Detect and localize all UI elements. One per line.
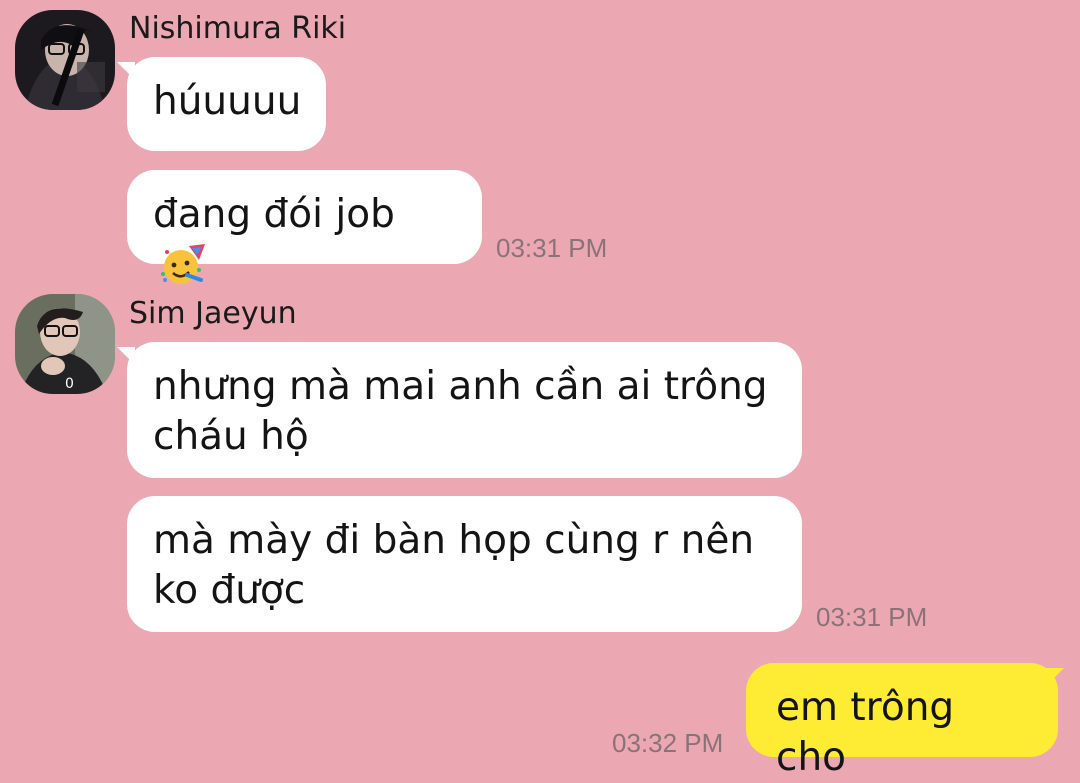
timestamp: 03:31 PM — [816, 602, 928, 632]
partying-face-icon — [159, 240, 207, 301]
chat-thread: Nishimura Riki húuuuu đang đói job 03:31… — [0, 0, 1080, 780]
message-text: em trông cho — [776, 685, 955, 780]
message-bubble-outgoing[interactable]: em trông cho — [746, 663, 1058, 780]
avatar-photo — [15, 10, 115, 110]
avatar-sim-jaeyun[interactable]: 0 — [15, 294, 115, 394]
sender-name: Nishimura Riki — [129, 11, 347, 46]
message-text: đang đói job — [153, 192, 395, 237]
timestamp: 03:32 PM — [612, 728, 724, 758]
bubble-tail — [1046, 668, 1064, 686]
timestamp: 03:31 PM — [496, 233, 608, 263]
message-text: nhưng mà mai anh cần ai trông cháu hộ — [153, 364, 768, 459]
sender-name: Sim Jaeyun — [129, 296, 297, 331]
message-text: mà mày đi bàn họp cùng r nên ko được — [153, 518, 755, 613]
svg-text:0: 0 — [65, 376, 74, 392]
bubble-tail — [117, 62, 135, 80]
message-bubble[interactable]: đang đói job — [127, 170, 482, 284]
message-bubble[interactable]: húuuuu — [127, 57, 326, 151]
avatar-photo: 0 — [15, 294, 115, 394]
message-text: húuuuu — [153, 79, 302, 124]
avatar-nishimura-riki[interactable] — [15, 10, 115, 110]
bubble-tail — [117, 347, 135, 365]
message-bubble[interactable]: mà mày đi bàn họp cùng r nên ko được — [127, 496, 802, 632]
message-bubble[interactable]: nhưng mà mai anh cần ai trông cháu hộ — [127, 342, 802, 478]
